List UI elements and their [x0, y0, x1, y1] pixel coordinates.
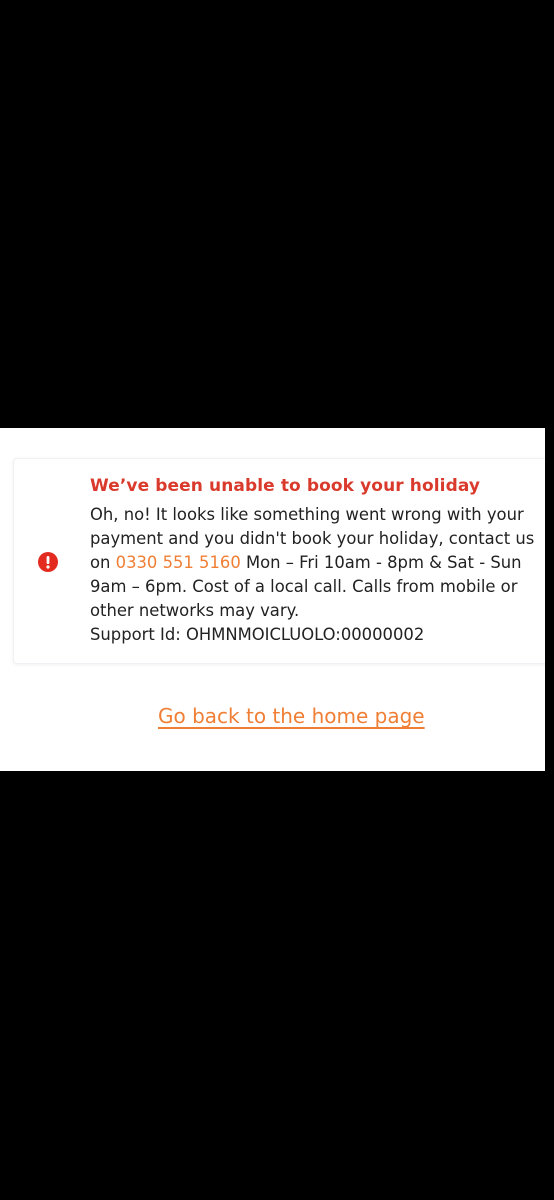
exclamation-mark-glyph	[46, 556, 50, 569]
phone-number-link[interactable]: 0330 551 5160	[116, 553, 241, 572]
opening-hours: Mon – Fri 10am - 8pm & Sat - Sun	[246, 553, 522, 572]
alert-title: We’ve been unable to book your holiday	[90, 476, 481, 496]
alert-message-line: other networks may vary.	[90, 601, 300, 620]
phone-prefix: on	[90, 553, 111, 572]
alert-message: Oh, no! It looks like something went wro…	[90, 503, 545, 647]
alert-message-line: Oh, no! It looks like something went wro…	[90, 505, 524, 524]
exclamation-circle-icon	[38, 552, 58, 572]
home-page-link[interactable]: Go back to the home page	[158, 704, 425, 728]
alert-message-line-with-phone: on 0330 551 5160 Mon – Fri 10am - 8pm & …	[90, 551, 545, 575]
screen: We’ve been unable to book your holiday O…	[0, 0, 554, 1200]
alert-message-line: payment and you didn't book your holiday…	[90, 529, 535, 548]
error-panel: We’ve been unable to book your holiday O…	[0, 428, 545, 771]
support-id: Support Id: OHMNMOICLUOLO:00000002	[90, 625, 425, 644]
alert-message-line: 9am – 6pm. Cost of a local call. Calls f…	[90, 577, 518, 596]
